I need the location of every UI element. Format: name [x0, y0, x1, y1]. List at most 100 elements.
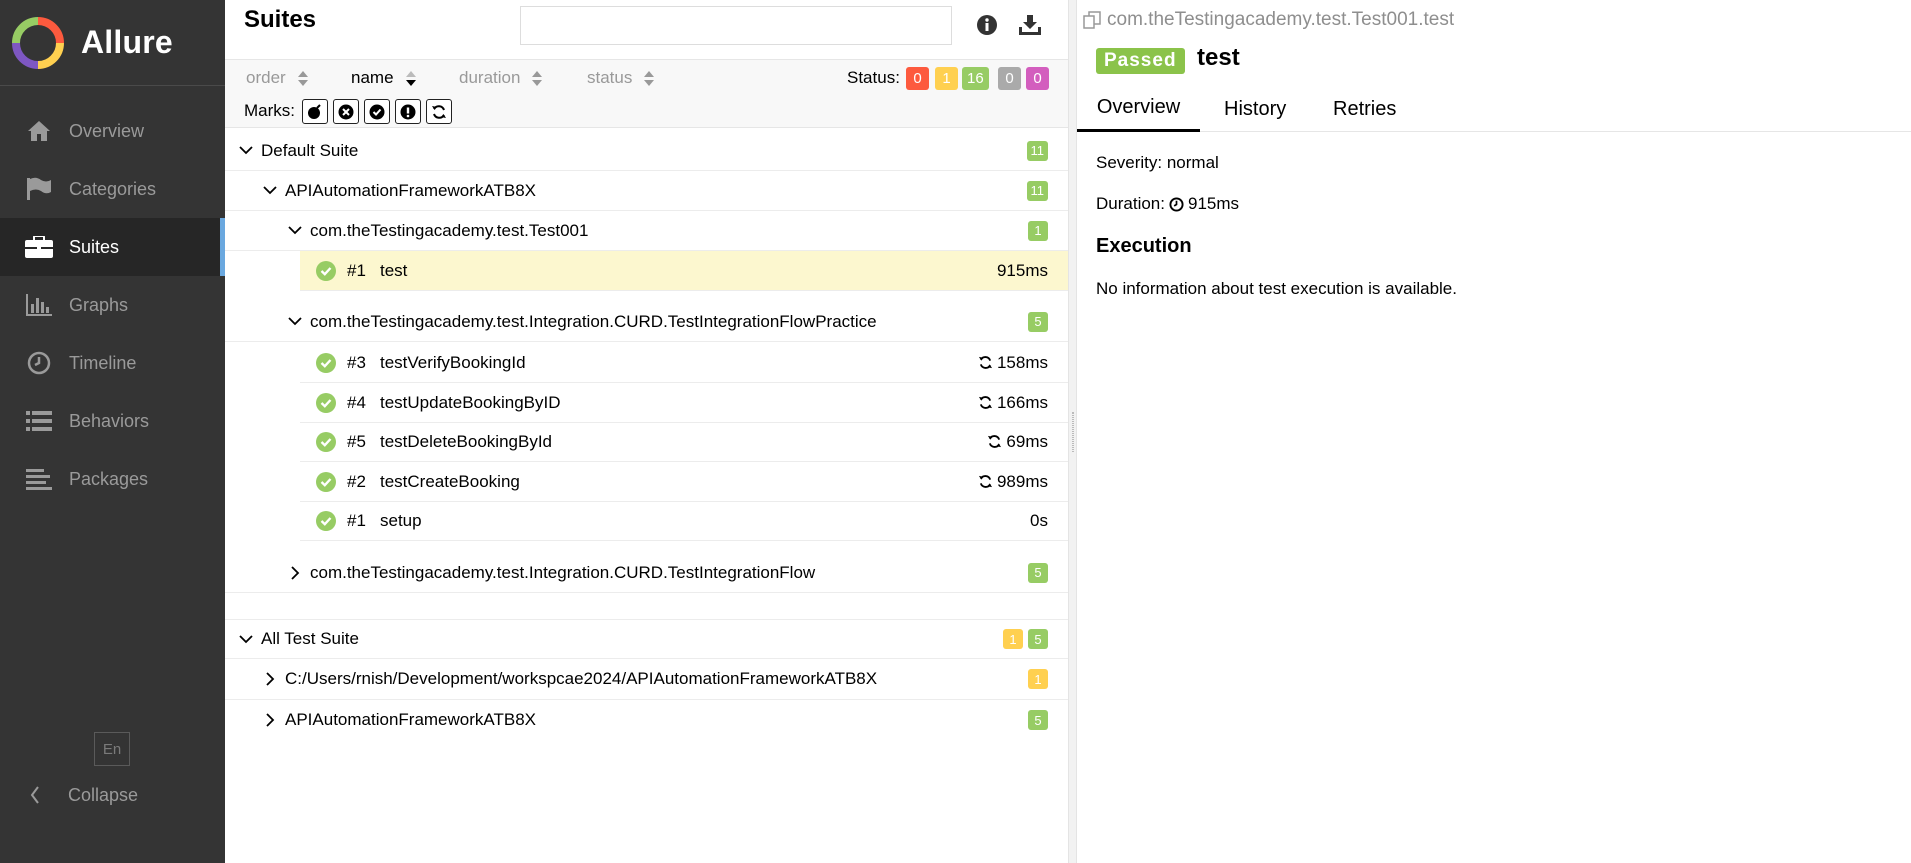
briefcase-icon [24, 232, 54, 262]
allure-logo [12, 16, 64, 69]
group-label: APIAutomationFrameworkATB8X [285, 180, 536, 200]
tab-retries[interactable]: Retries [1333, 86, 1396, 132]
execution-heading: Execution [1096, 235, 1192, 257]
sort-icon [297, 70, 308, 86]
sidebar-item-label: Behaviors [69, 410, 150, 431]
test-row[interactable]: #3 testVerifyBookingId 158ms [300, 343, 1068, 383]
sidebar-item-label: Overview [69, 120, 145, 141]
sidebar-item-timeline[interactable]: Timeline [0, 334, 225, 392]
sidebar-item-graphs[interactable]: Graphs [0, 276, 225, 334]
sort-duration[interactable]: duration [459, 68, 543, 88]
status-passed-badge[interactable]: 16 [962, 67, 989, 90]
test-duration: 989ms [978, 472, 1048, 492]
test-row-selected[interactable]: #1 test 915ms [300, 251, 1068, 291]
test-row[interactable]: #1 setup 0s [300, 501, 1068, 541]
info-icon [977, 15, 997, 35]
duration-label: Duration: [1096, 194, 1165, 213]
check-circle-icon [316, 260, 336, 281]
refresh-icon [978, 396, 993, 409]
test-title: test [1197, 44, 1240, 71]
test-row[interactable]: #5 testDeleteBookingById 69ms [300, 422, 1068, 462]
status-skipped-badge[interactable]: 0 [998, 67, 1021, 90]
clock-icon [24, 348, 54, 378]
brand[interactable]: Allure [0, 0, 225, 86]
test-detail-pane: com.theTestingacademy.test.Test001.test … [1077, 0, 1911, 863]
language-switch[interactable]: En [94, 732, 130, 766]
sort-label: status [587, 68, 633, 87]
mark-retries-button[interactable] [426, 99, 452, 124]
sidebar-item-packages[interactable]: Packages [0, 450, 225, 508]
home-icon [24, 116, 54, 146]
sidebar-item-label: Suites [69, 236, 120, 257]
tree-group-class-test001[interactable]: com.theTestingacademy.test.Test001 1 [225, 211, 1068, 251]
refresh-icon [988, 435, 1002, 448]
mark-new-passed-button[interactable] [364, 99, 390, 124]
test-path[interactable]: com.theTestingacademy.test.Test001.test [1083, 9, 1454, 31]
group-label: All Test Suite [261, 629, 359, 648]
pane-splitter[interactable] [1068, 0, 1077, 863]
count-badge-passed: 5 [1028, 629, 1048, 649]
sort-status[interactable]: status [587, 68, 655, 88]
test-duration: 915ms [996, 260, 1048, 280]
tab-overview[interactable]: Overview [1077, 86, 1200, 132]
sidebar-item-categories[interactable]: Categories [0, 160, 225, 218]
download-button[interactable] [1017, 12, 1043, 38]
mark-new-broken-button[interactable] [395, 99, 421, 124]
status-unknown-badge[interactable]: 0 [1026, 67, 1049, 90]
status-failed-badge[interactable]: 0 [906, 67, 929, 90]
check-circle-icon [316, 392, 336, 413]
tree-group-class-flow-practice[interactable]: com.theTestingacademy.test.Integration.C… [225, 302, 1068, 342]
search-input[interactable] [520, 6, 952, 45]
refresh-icon [432, 104, 446, 119]
test-number: #2 [347, 471, 366, 491]
sidebar-item-label: Categories [69, 178, 157, 199]
times-circle-icon [338, 104, 354, 119]
execution-text: No information about test execution is a… [1096, 279, 1457, 298]
tree-group-default-suite[interactable]: Default Suite 11 [225, 131, 1068, 171]
status-filter-label: Status: [847, 68, 900, 87]
info-button[interactable] [974, 12, 1000, 38]
align-left-icon [24, 464, 54, 494]
mark-flaky-button[interactable] [302, 99, 328, 124]
tree-group-all-test-suite[interactable]: All Test Suite 1 5 [225, 619, 1068, 659]
check-circle-icon [316, 352, 336, 373]
sidebar-item-behaviors[interactable]: Behaviors [0, 392, 225, 450]
tab-history[interactable]: History [1224, 86, 1286, 132]
chevron-down-icon [237, 634, 255, 644]
count-badge: 5 [1028, 311, 1048, 332]
check-circle-icon [369, 104, 385, 119]
group-label: com.theTestingacademy.test.Test001 [310, 220, 589, 240]
sidebar: Allure Overview Categories Suites Graphs [0, 0, 225, 863]
sidebar-item-overview[interactable]: Overview [0, 102, 225, 160]
group-label: APIAutomationFrameworkATB8X [285, 710, 536, 729]
tree-group-project-2[interactable]: APIAutomationFrameworkATB8X 5 [225, 700, 1068, 740]
tree-group-class-flow[interactable]: com.theTestingacademy.test.Integration.C… [225, 553, 1068, 593]
status-broken-badge[interactable]: 1 [935, 67, 958, 90]
collapse-button[interactable]: Collapse [24, 780, 138, 810]
sort-order[interactable]: order [246, 68, 308, 88]
mark-new-failed-button[interactable] [333, 99, 359, 124]
sort-label: name [351, 68, 394, 87]
test-row[interactable]: #2 testCreateBooking 989ms [300, 462, 1068, 502]
chevron-down-icon [286, 317, 304, 326]
sidebar-nav: Overview Categories Suites Graphs Timeli… [0, 102, 225, 508]
clock-icon [1169, 196, 1184, 212]
refresh-icon [978, 475, 993, 488]
count-badge-broken: 1 [1003, 629, 1023, 649]
list-icon [24, 406, 54, 436]
tree-group-path[interactable]: C:/Users/rnish/Development/workspcae2024… [225, 659, 1068, 700]
splitter-grip[interactable] [1072, 412, 1074, 452]
test-row[interactable]: #4 testUpdateBookingByID 166ms [300, 383, 1068, 423]
test-path-text: com.theTestingacademy.test.Test001.test [1107, 9, 1455, 30]
count-badge: 11 [1026, 140, 1048, 161]
test-number: #3 [347, 352, 366, 372]
tree-group-project[interactable]: APIAutomationFrameworkATB8X 11 [225, 171, 1068, 211]
sidebar-item-suites[interactable]: Suites [0, 218, 225, 276]
suites-pane: Suites order name duration status Status… [225, 0, 1068, 863]
sort-name[interactable]: name [351, 68, 416, 88]
check-circle-icon [316, 471, 336, 492]
test-name: testUpdateBookingByID [380, 392, 561, 412]
sidebar-item-label: Packages [69, 468, 149, 489]
test-name: testCreateBooking [380, 471, 520, 491]
chevron-down-icon [286, 226, 304, 235]
